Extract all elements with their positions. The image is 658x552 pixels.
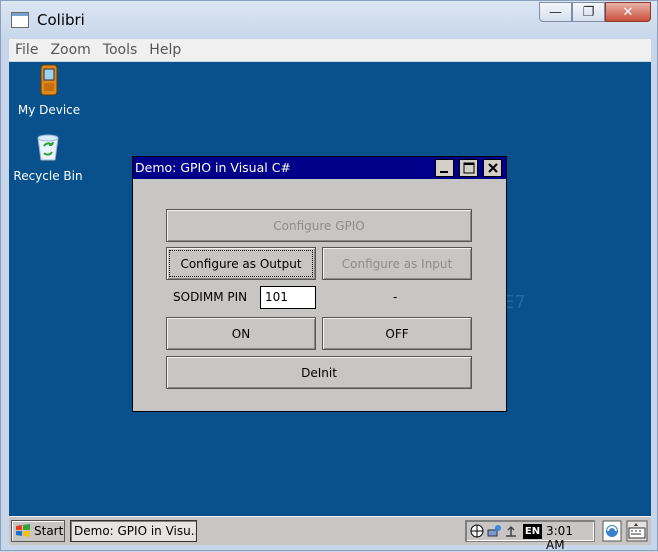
menu-bar: File Zoom Tools Help: [9, 39, 651, 61]
windows-logo-icon: [16, 524, 30, 537]
maximize-icon: [463, 162, 474, 174]
minimize-icon: —: [549, 4, 562, 20]
configure-gpio-button[interactable]: Configure GPIO: [166, 209, 472, 242]
minimize-button[interactable]: —: [539, 2, 572, 22]
menu-tools[interactable]: Tools: [97, 42, 144, 58]
on-button[interactable]: ON: [166, 317, 316, 350]
wince-desktop: My Device Recycle Bin E7 Demo: GPIO in V…: [9, 62, 651, 516]
menu-file[interactable]: File: [9, 42, 44, 58]
sodimm-pin-input[interactable]: 101: [260, 286, 316, 309]
dialog-close-button[interactable]: [483, 159, 502, 177]
desktop-icon-label: My Device: [17, 103, 81, 117]
start-label: Start: [34, 524, 64, 538]
dialog-maximize-button[interactable]: [459, 159, 478, 177]
maximize-button[interactable]: ❐: [572, 2, 605, 22]
dialog-minimize-button[interactable]: [435, 159, 454, 177]
configure-input-button[interactable]: Configure as Input: [322, 247, 472, 280]
maximize-icon: ❐: [582, 4, 595, 20]
window-title: Colibri: [37, 11, 85, 29]
desktop-toggle-icon[interactable]: [602, 520, 622, 542]
system-tray: EN 3:01 AM: [465, 520, 595, 552]
usb-connection-icon[interactable]: [504, 524, 518, 538]
taskbar: Start Demo: GPIO in Visu... EN 3:01 AM: [9, 516, 651, 552]
colibri-window: Colibri — ❐ ✕ File Zoom Tools Help My De…: [0, 0, 658, 552]
keyboard-icon[interactable]: [626, 520, 648, 542]
window-titlebar: Colibri: [11, 9, 85, 31]
minimize-icon: [440, 170, 448, 173]
taskbar-task-demo[interactable]: Demo: GPIO in Visu...: [70, 520, 197, 542]
off-button[interactable]: OFF: [322, 317, 472, 350]
taskbar-clock[interactable]: 3:01 AM: [546, 524, 594, 552]
dialog-title: Demo: GPIO in Visual C#: [135, 160, 291, 175]
start-button[interactable]: Start: [11, 520, 65, 542]
dialog-titlebar: Demo: GPIO in Visual C#: [133, 157, 506, 179]
input-language-indicator[interactable]: EN: [523, 524, 542, 539]
connectivity-icon[interactable]: [487, 524, 501, 538]
app-window-icon: [11, 12, 29, 28]
sodimm-pin-label: SODIMM PIN: [173, 290, 248, 304]
deinit-button[interactable]: DeInit: [166, 356, 472, 389]
recycle-bin-icon: [37, 134, 59, 161]
desktop-icon-my-device[interactable]: My Device: [9, 64, 89, 117]
menu-help[interactable]: Help: [143, 42, 187, 58]
network-globe-icon[interactable]: [470, 524, 484, 538]
desktop-icon-recycle-bin[interactable]: Recycle Bin: [9, 132, 88, 183]
device-icon: [40, 64, 58, 96]
gpio-demo-dialog: Demo: GPIO in Visual C# Configure GPIO C…: [132, 156, 507, 412]
close-icon: [487, 163, 498, 173]
gpio-state-text: -: [393, 290, 398, 304]
close-icon: ✕: [622, 4, 634, 20]
close-button[interactable]: ✕: [605, 2, 651, 22]
desktop-icon-label: Recycle Bin: [13, 169, 83, 183]
configure-output-button[interactable]: Configure as Output: [166, 247, 316, 280]
window-controls: — ❐ ✕: [539, 2, 651, 22]
menu-zoom[interactable]: Zoom: [44, 42, 96, 58]
